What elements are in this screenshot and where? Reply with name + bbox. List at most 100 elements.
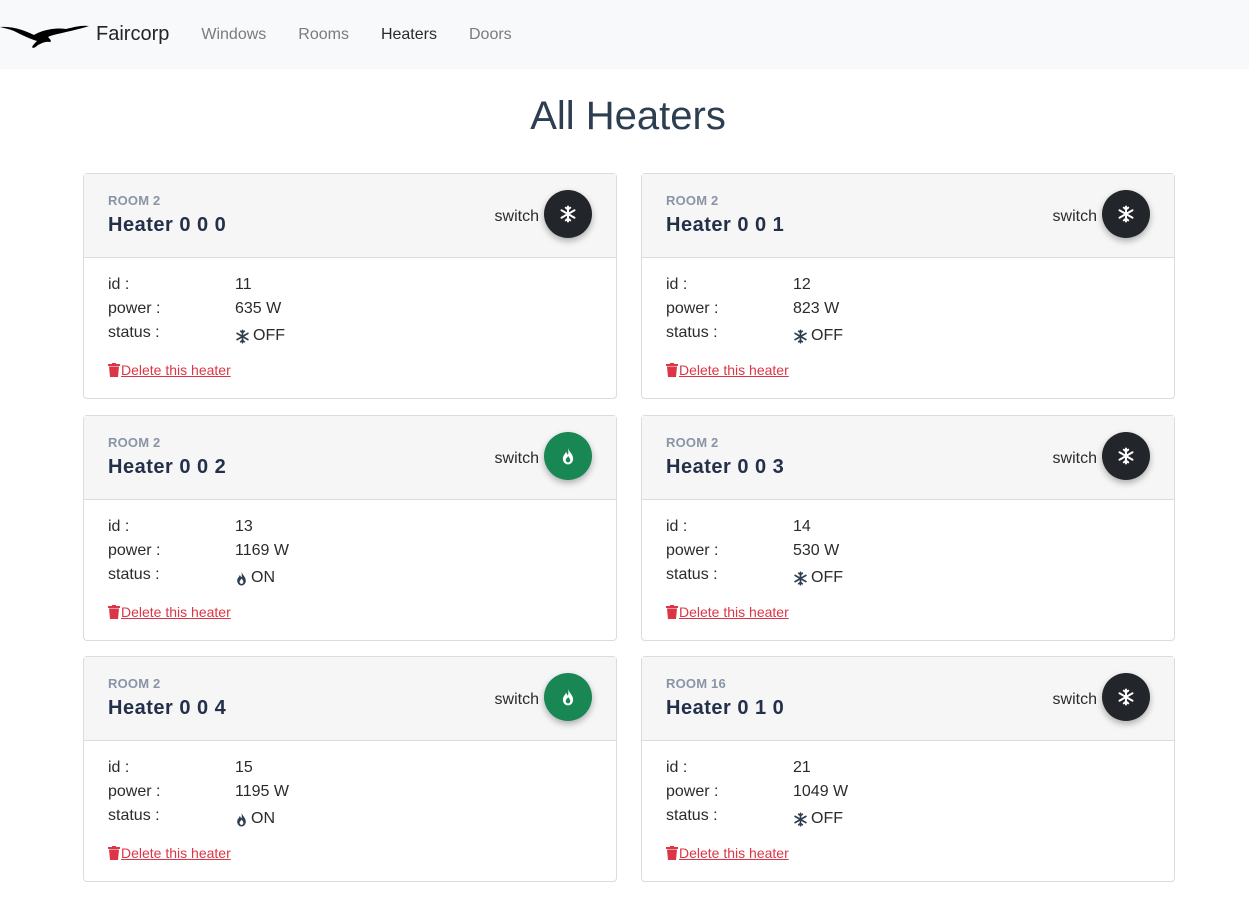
delete-heater-label: Delete this heater xyxy=(679,362,789,378)
power-label: power : xyxy=(666,542,719,559)
heater-card-header: ROOM 2 Heater 0 0 4 switch xyxy=(84,657,616,741)
power-value: 1195 W xyxy=(235,783,289,800)
status-label: status : xyxy=(666,807,718,824)
switch-label: switch xyxy=(494,691,539,708)
switch-button[interactable] xyxy=(1102,432,1150,480)
heater-card: ROOM 2 Heater 0 0 0 switch id : 11 power … xyxy=(83,173,617,399)
heater-name: Heater 0 0 3 xyxy=(666,456,785,478)
trash-icon xyxy=(666,363,679,377)
snowflake-icon xyxy=(793,570,808,586)
snowflake-icon xyxy=(1117,205,1135,223)
switch-button[interactable] xyxy=(1102,673,1150,721)
heater-card-header: ROOM 16 Heater 0 1 0 switch xyxy=(642,657,1174,741)
switch-button[interactable] xyxy=(544,673,592,721)
switch-button[interactable] xyxy=(544,190,592,238)
nav-link-rooms[interactable]: Rooms xyxy=(282,26,365,44)
id-label: id : xyxy=(108,518,130,535)
power-label: power : xyxy=(108,300,161,317)
status-value: OFF xyxy=(811,810,843,827)
heater-card: ROOM 2 Heater 0 0 1 switch id : 12 power … xyxy=(641,173,1175,399)
trash-icon xyxy=(108,846,121,860)
delete-heater-link[interactable]: Delete this heater xyxy=(108,604,231,620)
id-value: 21 xyxy=(793,759,811,776)
delete-heater-link[interactable]: Delete this heater xyxy=(666,362,789,378)
snowflake-icon xyxy=(793,328,808,344)
delete-heater-link[interactable]: Delete this heater xyxy=(666,845,789,861)
room-name: ROOM 16 xyxy=(666,676,726,691)
heater-details: id : 12 power : 823 W status : OFF xyxy=(666,276,843,348)
switch-button[interactable] xyxy=(544,432,592,480)
status-value: ON xyxy=(251,569,275,586)
status-value: OFF xyxy=(811,569,843,586)
delete-heater-label: Delete this heater xyxy=(121,604,231,620)
status-label: status : xyxy=(666,566,718,583)
power-value: 1169 W xyxy=(235,542,289,559)
id-label: id : xyxy=(666,518,688,535)
fire-icon xyxy=(235,812,248,827)
switch-label: switch xyxy=(494,450,539,467)
bird-logo-icon xyxy=(0,25,89,48)
fire-icon xyxy=(560,688,576,706)
delete-heater-label: Delete this heater xyxy=(121,845,231,861)
id-value: 11 xyxy=(235,276,252,293)
trash-icon xyxy=(666,605,679,619)
heater-card-header: ROOM 2 Heater 0 0 3 switch xyxy=(642,416,1174,500)
delete-heater-link[interactable]: Delete this heater xyxy=(108,845,231,861)
power-label: power : xyxy=(666,783,719,800)
power-label: power : xyxy=(108,783,161,800)
id-value: 15 xyxy=(235,759,253,776)
power-label: power : xyxy=(666,300,719,317)
snowflake-icon xyxy=(235,328,250,344)
delete-heater-label: Delete this heater xyxy=(121,362,231,378)
heater-card-header: ROOM 2 Heater 0 0 2 switch xyxy=(84,416,616,500)
nav-link-heaters[interactable]: Heaters xyxy=(365,26,453,44)
delete-heater-label: Delete this heater xyxy=(679,604,789,620)
switch-button[interactable] xyxy=(1102,190,1150,238)
fire-icon xyxy=(560,447,576,465)
heater-details: id : 14 power : 530 W status : OFF xyxy=(666,518,843,590)
nav-link-doors[interactable]: Doors xyxy=(453,26,528,44)
status-value: OFF xyxy=(253,327,285,344)
heater-details: id : 21 power : 1049 W status : OFF xyxy=(666,759,848,831)
room-name: ROOM 2 xyxy=(666,193,719,208)
trash-icon xyxy=(108,605,121,619)
heater-name: Heater 0 0 0 xyxy=(108,214,227,236)
brand-link[interactable]: Faircorp xyxy=(0,0,169,69)
delete-heater-link[interactable]: Delete this heater xyxy=(108,362,231,378)
switch-label: switch xyxy=(1052,208,1097,225)
status-value: ON xyxy=(251,810,275,827)
trash-icon xyxy=(108,363,121,377)
heater-card-header: ROOM 2 Heater 0 0 1 switch xyxy=(642,174,1174,258)
navbar: Faircorp Windows Rooms Heaters Doors xyxy=(0,0,1249,69)
fire-icon xyxy=(235,571,248,586)
room-name: ROOM 2 xyxy=(108,193,161,208)
id-label: id : xyxy=(666,276,688,293)
id-value: 14 xyxy=(793,518,811,535)
id-label: id : xyxy=(666,759,688,776)
heater-card: ROOM 2 Heater 0 0 2 switch id : 13 power … xyxy=(83,415,617,641)
power-label: power : xyxy=(108,542,161,559)
room-name: ROOM 2 xyxy=(108,676,161,691)
heater-card: ROOM 2 Heater 0 0 4 switch id : 15 power … xyxy=(83,656,617,882)
switch-label: switch xyxy=(1052,691,1097,708)
delete-heater-link[interactable]: Delete this heater xyxy=(666,604,789,620)
switch-label: switch xyxy=(494,208,539,225)
id-value: 12 xyxy=(793,276,811,293)
room-name: ROOM 2 xyxy=(108,435,161,450)
status-label: status : xyxy=(108,324,160,341)
id-label: id : xyxy=(108,276,130,293)
snowflake-icon xyxy=(559,205,577,223)
nav-link-windows[interactable]: Windows xyxy=(185,26,282,44)
snowflake-icon xyxy=(1117,688,1135,706)
heater-card: ROOM 2 Heater 0 0 3 switch id : 14 power … xyxy=(641,415,1175,641)
heater-details: id : 11 power : 635 W status : OFF xyxy=(108,276,285,348)
power-value: 1049 W xyxy=(793,783,849,800)
power-value: 530 W xyxy=(793,542,840,559)
status-label: status : xyxy=(108,807,160,824)
status-value: OFF xyxy=(811,327,843,344)
snowflake-icon xyxy=(793,811,808,827)
heater-name: Heater 0 0 2 xyxy=(108,456,227,478)
snowflake-icon xyxy=(1117,447,1135,465)
delete-heater-label: Delete this heater xyxy=(679,845,789,861)
heater-name: Heater 0 1 0 xyxy=(666,697,785,719)
